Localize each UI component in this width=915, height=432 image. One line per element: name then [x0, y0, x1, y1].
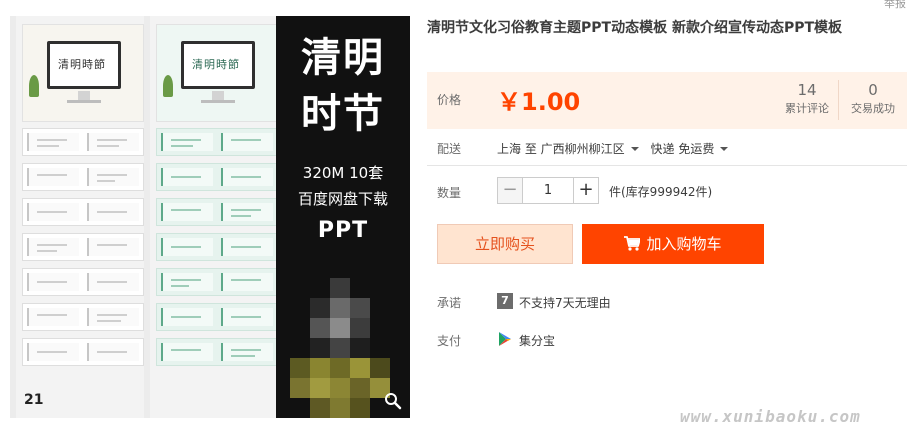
report-link[interactable]: 举报: [884, 0, 906, 11]
ship-to-select[interactable]: 广西柳州柳江区: [541, 142, 647, 156]
payment-method[interactable]: 集分宝: [519, 332, 555, 349]
banner-line-2: 时节: [301, 91, 385, 137]
product-title: 清明节文化习俗教育主题PPT动态模板 新款介绍宣传动态PPT模板: [427, 20, 843, 36]
increase-quantity-button[interactable]: +: [573, 177, 599, 204]
review-count-stat[interactable]: 14 累计评论: [777, 80, 837, 118]
plant-decoration: [163, 75, 173, 97]
monitor-mockup: 清明時節: [181, 41, 255, 89]
add-to-cart-label: 加入购物车: [646, 235, 722, 253]
banner-size-info: 320M 10套: [302, 164, 384, 182]
slide-thumb: [22, 128, 144, 156]
quantity-input[interactable]: [522, 177, 574, 204]
preview-column-left: 清明時節 21: [16, 16, 144, 418]
slide-thumb: [22, 198, 144, 226]
slide-thumbnails-left: [22, 128, 144, 373]
product-main-image[interactable]: 清明時節 21 清明時節 清明 时节 320M 10套 百度网盘下载 PPT: [10, 16, 410, 418]
deal-count: 0: [868, 81, 878, 99]
product-page: 举报 清明時節 21 清明時節 清明 时节 320M 10套 百度网盘下载 PP…: [0, 0, 915, 432]
slide-thumb: [22, 268, 144, 296]
preview-column-right: 清明時節: [150, 16, 278, 418]
promise-label: 承诺: [437, 296, 462, 310]
monitor-base: [67, 100, 101, 103]
stock-info: 件(库存999942件): [609, 185, 713, 199]
chevron-down-icon: [720, 146, 729, 151]
deal-count-stat: 0 交易成功: [843, 80, 903, 118]
cart-icon: [624, 235, 642, 251]
review-count-label: 累计评论: [785, 102, 829, 115]
banner-line-1: 清明: [301, 35, 385, 81]
price-value: ￥1.00: [497, 88, 581, 116]
divider: [838, 80, 839, 120]
quantity-label: 数量: [437, 186, 462, 200]
buy-now-button[interactable]: 立即购买: [437, 224, 573, 264]
cover-mockup-right: 清明時節: [156, 24, 278, 122]
decrease-quantity-button[interactable]: −: [497, 177, 523, 204]
chevron-down-icon: [630, 146, 639, 151]
slide-thumb: [22, 163, 144, 191]
pixelated-image: [290, 278, 390, 418]
ship-method: 快递 免运费: [650, 142, 715, 156]
zoom-icon[interactable]: [384, 392, 402, 410]
slide-thumb: [156, 338, 278, 366]
payment-label: 支付: [437, 334, 462, 348]
banner-download-info: 百度网盘下载: [297, 190, 388, 208]
deal-count-label: 交易成功: [851, 102, 895, 115]
slide-thumb: [156, 233, 278, 261]
slide-thumb: [156, 303, 278, 331]
slide-thumb: [156, 163, 278, 191]
site-watermark: www.xunibaoku.com: [680, 407, 861, 426]
shipping-info: 上海 至 广西柳州柳江区 快递 免运费: [497, 140, 736, 157]
slide-thumb: [156, 128, 278, 156]
plant-decoration: [29, 75, 39, 97]
promo-banner: 清明 时节 320M 10套 百度网盘下载 PPT: [276, 16, 410, 418]
banner-format: PPT: [317, 218, 369, 243]
shipping-label: 配送: [437, 142, 462, 156]
monitor-base: [201, 100, 235, 103]
cover-title: 清明時節: [58, 58, 106, 71]
add-to-cart-button[interactable]: 加入购物车: [582, 224, 764, 264]
slide-thumb: [156, 268, 278, 296]
seven-day-icon: 7: [497, 293, 513, 309]
slide-thumb: [22, 233, 144, 261]
jifenbao-icon: [499, 332, 511, 346]
slide-count: 21: [24, 392, 44, 408]
review-count: 14: [797, 81, 817, 99]
ship-from: 上海 至: [497, 142, 537, 156]
price-panel: 价格 ￥1.00 14 累计评论 0 交易成功: [427, 72, 907, 129]
slide-thumb: [156, 198, 278, 226]
slide-thumb: [22, 303, 144, 331]
monitor-mockup: 清明時節: [47, 41, 121, 89]
ship-method-select[interactable]: 快递 免运费: [651, 142, 737, 156]
ship-to: 广西柳州柳江区: [540, 142, 625, 156]
promise-text[interactable]: 不支持7天无理由: [519, 294, 611, 311]
slide-thumb: [22, 338, 144, 366]
divider: [427, 165, 907, 166]
slide-thumbnails-right: [156, 128, 278, 373]
cover-mockup-left: 清明時節: [22, 24, 144, 122]
price-label: 价格: [437, 93, 462, 107]
cover-title: 清明時節: [192, 58, 240, 71]
